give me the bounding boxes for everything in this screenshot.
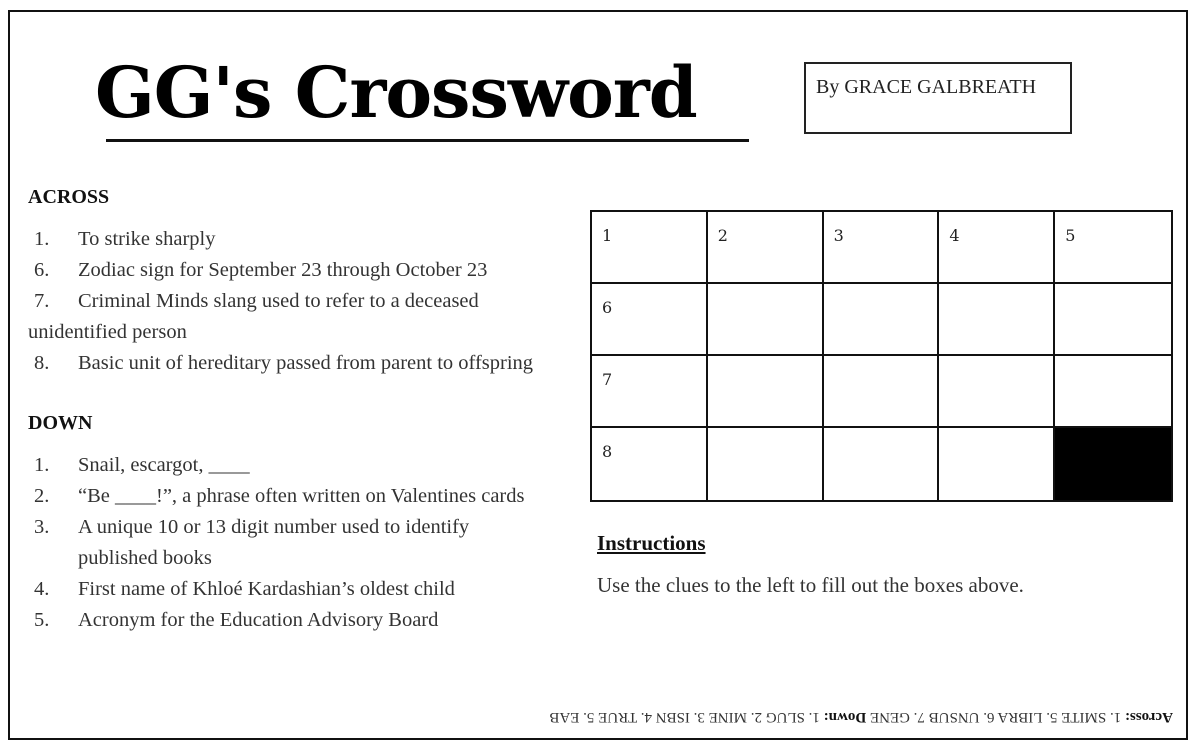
clue-number: 1.: [34, 454, 50, 476]
cell-number: 2: [717, 226, 728, 245]
clue-number: 6.: [34, 259, 50, 281]
clue-continuation: unidentified person: [28, 321, 187, 343]
grid-cell[interactable]: [939, 356, 1056, 428]
down-clue: 3. A unique 10 or 13 digit number used to…: [28, 512, 469, 543]
answer-key-across-label: Across:: [1124, 709, 1173, 725]
grid-cell[interactable]: [939, 284, 1056, 356]
instructions-heading: Instructions: [597, 531, 706, 555]
grid-cell[interactable]: [707, 356, 824, 428]
grid-cell[interactable]: [939, 428, 1056, 500]
clue-number: 4.: [34, 578, 50, 600]
grid-cell[interactable]: 4: [939, 212, 1056, 284]
grid-cell[interactable]: 3: [823, 212, 940, 284]
cell-number: 1: [602, 226, 613, 245]
clue-continuation: published books: [78, 547, 212, 569]
answer-key-down-label: Down:: [823, 709, 867, 725]
grid-cell[interactable]: 2: [707, 212, 824, 284]
clue-text: Acronym for the Education Advisory Board: [78, 609, 439, 631]
grid-cell[interactable]: 1: [592, 212, 708, 284]
grid-cell[interactable]: [823, 356, 940, 428]
down-clue: 4. First name of Khloé Kardashian’s oldes…: [28, 574, 455, 605]
down-heading: DOWN: [28, 412, 93, 434]
cell-number: 5: [1065, 226, 1076, 245]
cell-number: 8: [602, 442, 613, 461]
clue-number: 1.: [34, 228, 50, 250]
answer-key: Across: 1. SMITE 5. LIBRA 6. UNSUB 7. GE…: [468, 708, 1173, 725]
title-underline: [106, 139, 749, 142]
across-clue: 8. Basic unit of hereditary passed from p…: [28, 348, 533, 379]
clue-text: A unique 10 or 13 digit number used to i…: [78, 516, 470, 538]
down-clue: 5. Acronym for the Education Advisory Boa…: [28, 605, 438, 636]
grid-cell[interactable]: 7: [592, 356, 708, 428]
byline: By GRACE GALBREATH: [816, 76, 1037, 98]
answer-key-down: 1. SLUG 2. MINE 3. ISBN 4. TRUE 5. EAB: [549, 709, 824, 725]
cell-number: 3: [833, 226, 844, 245]
clue-text: Zodiac sign for September 23 through Oct…: [78, 259, 488, 281]
across-clue: 7. Criminal Minds slang used to refer to …: [28, 286, 479, 317]
byline-box: By GRACE GALBREATH: [804, 62, 1072, 134]
across-heading: ACROSS: [28, 186, 110, 208]
grid-cell[interactable]: [707, 428, 824, 500]
crossword-grid: 1 2 3 4 5 6 7 8: [590, 210, 1173, 502]
clue-number: 2.: [34, 485, 50, 507]
grid-cell[interactable]: [823, 284, 940, 356]
clue-text: Basic unit of hereditary passed from par…: [78, 352, 534, 374]
grid-cell[interactable]: 5: [1055, 212, 1171, 284]
down-clue: 1. Snail, escargot, ____: [28, 450, 250, 481]
clue-text: Snail, escargot, ____: [78, 454, 250, 476]
clue-text: To strike sharply: [78, 228, 216, 250]
clue-number: 8.: [34, 352, 50, 374]
clue-text: Criminal Minds slang used to refer to a …: [78, 290, 479, 312]
page-title: GG's Crossword: [95, 51, 698, 134]
cell-number: 7: [602, 370, 613, 389]
across-clue: 6. Zodiac sign for September 23 through O…: [28, 255, 487, 286]
grid-cell[interactable]: [823, 428, 940, 500]
cell-number: 4: [949, 226, 960, 245]
grid-cell[interactable]: [707, 284, 824, 356]
grid-cell[interactable]: [1055, 284, 1171, 356]
cell-number: 6: [602, 298, 613, 317]
across-clue: 1. To strike sharply: [28, 224, 215, 255]
instructions-text: Use the clues to the left to fill out th…: [597, 573, 1024, 597]
grid-cell-blocked: [1055, 428, 1171, 500]
grid-cell[interactable]: 6: [592, 284, 708, 356]
clue-number: 5.: [34, 609, 50, 631]
grid-cell[interactable]: 8: [592, 428, 708, 500]
down-clue: 2. “Be ____!”, a phrase often written on …: [28, 481, 525, 512]
grid-cell[interactable]: [1055, 356, 1171, 428]
answer-key-across: 1. SMITE 5. LIBRA 6. UNSUB 7. GENE: [866, 709, 1125, 725]
clue-number: 3.: [34, 516, 50, 538]
clue-text: First name of Khloé Kardashian’s oldest …: [78, 578, 455, 600]
clue-number: 7.: [34, 290, 50, 312]
clue-text: “Be ____!”, a phrase often written on Va…: [78, 485, 525, 507]
